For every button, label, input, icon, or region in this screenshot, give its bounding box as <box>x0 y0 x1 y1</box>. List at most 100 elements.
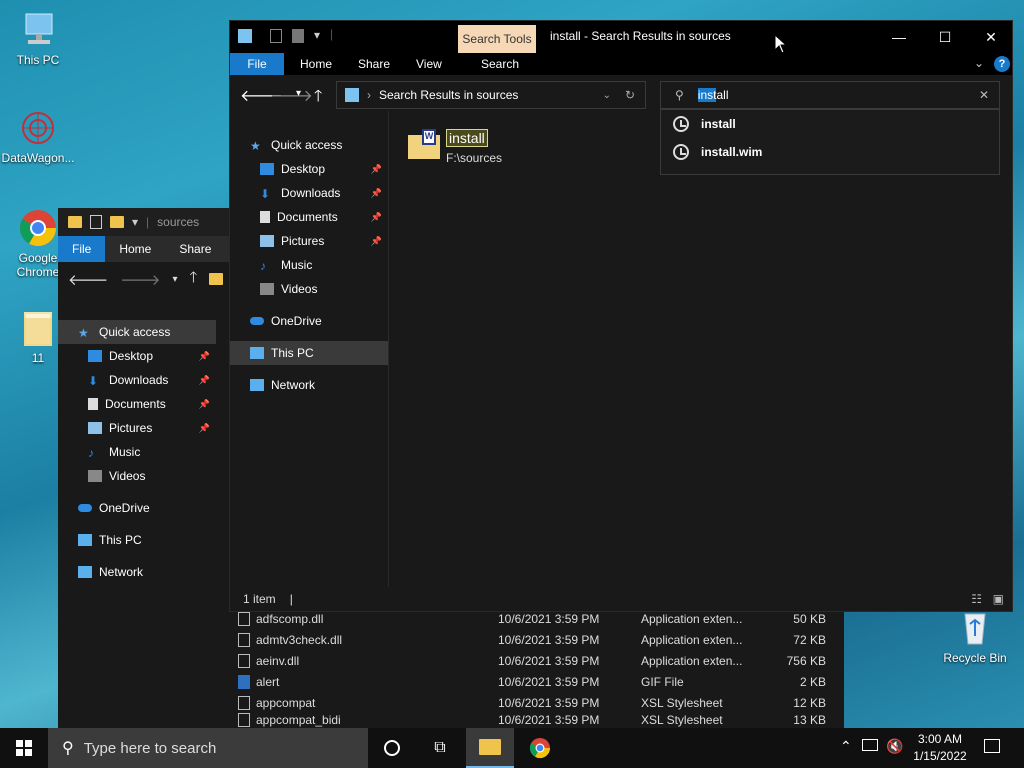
nav-onedrive[interactable]: OneDrive <box>58 496 216 520</box>
nav-quick-access[interactable]: ★ Quick access <box>230 133 388 157</box>
nav-desktop[interactable]: Desktop 📌 <box>58 344 216 368</box>
refresh-icon[interactable]: ↻ <box>625 88 635 102</box>
nav-pictures[interactable]: Pictures 📌 <box>58 416 216 440</box>
address-bar[interactable]: › Search Results in sources ⌄ ↻ <box>336 81 646 109</box>
download-icon: ⬇ <box>260 187 271 201</box>
properties-icon[interactable] <box>270 29 282 43</box>
history-icon <box>673 116 689 132</box>
front-window-title: install - Search Results in sources <box>550 29 731 43</box>
tab-home[interactable]: Home <box>286 53 346 75</box>
network-icon <box>78 566 92 578</box>
chevron-down-icon[interactable]: ▾ <box>132 215 138 229</box>
details-view-icon[interactable]: ☷ <box>971 592 982 606</box>
network-status-icon[interactable] <box>862 739 878 751</box>
front-explorer-window[interactable]: ▾ | Search Tools install - Search Result… <box>229 20 1013 612</box>
suggestion-item[interactable]: install.wim <box>661 138 999 166</box>
tab-file[interactable]: File <box>58 236 106 262</box>
search-result-item[interactable]: W install F:\sources <box>406 127 516 169</box>
file-row[interactable]: admtv3check.dll 10/6/2021 3:59 PM Applicat… <box>238 629 838 650</box>
pin-icon: 📌 <box>370 235 382 246</box>
forward-arrow-icon[interactable]: 🡒 <box>270 85 313 106</box>
suggestion-item[interactable]: install <box>661 110 999 138</box>
back-arrow-icon[interactable]: 🡐 <box>68 270 108 289</box>
installer-icon: W <box>422 129 436 145</box>
nav-pictures[interactable]: Pictures 📌 <box>230 229 388 253</box>
tab-view[interactable]: View <box>402 53 456 75</box>
nav-quick-access[interactable]: ★ Quick access <box>58 320 216 344</box>
address-dropdown-icon[interactable]: ⌄ <box>603 90 611 101</box>
chrome-icon <box>18 208 58 248</box>
recent-dropdown-icon[interactable]: ▾ <box>296 88 301 99</box>
tab-home[interactable]: Home <box>105 236 165 262</box>
clock-date: 1/15/2022 <box>913 749 967 763</box>
pin-icon: 📌 <box>370 211 382 222</box>
file-icon <box>238 713 250 727</box>
up-arrow-icon[interactable]: 🡑 <box>314 85 322 112</box>
desktop-icon-this-pc[interactable]: This PC <box>0 10 76 67</box>
task-view-icon: ⧉ <box>434 739 446 756</box>
tab-share[interactable]: Share <box>165 236 225 262</box>
nav-this-pc[interactable]: This PC <box>58 528 216 552</box>
nav-this-pc[interactable]: This PC <box>230 341 388 365</box>
help-icon[interactable]: ? <box>994 56 1010 72</box>
nav-documents[interactable]: Documents 📌 <box>58 392 216 416</box>
file-row[interactable]: appcompat_bidi 10/6/2021 3:59 PM XSL Style… <box>238 713 838 728</box>
chrome-icon <box>529 738 551 759</box>
result-location: F:\sources <box>446 151 503 165</box>
nav-music[interactable]: ♪ Music <box>230 253 388 277</box>
nav-network[interactable]: Network <box>58 560 216 584</box>
recent-dropdown-icon[interactable]: ▾ <box>172 274 177 285</box>
task-view-button[interactable]: ⧉ <box>416 728 464 768</box>
taskbar-search-box[interactable]: ⚲ Type here to search <box>48 728 368 768</box>
chrome-taskbar-button[interactable] <box>516 728 564 768</box>
pin-icon: 📌 <box>198 398 210 409</box>
large-icons-view-icon[interactable]: ▣ <box>993 592 1004 606</box>
file-explorer-taskbar-button[interactable] <box>466 728 514 768</box>
volume-muted-icon[interactable]: 🔇 <box>886 738 903 755</box>
address-text: Search Results in sources <box>379 88 519 102</box>
tab-search[interactable]: Search <box>464 53 536 75</box>
show-hidden-icons-icon[interactable]: ⌃ <box>840 738 852 755</box>
desktop-icon-datawagon[interactable]: DataWagon... <box>0 108 76 165</box>
start-button[interactable] <box>0 728 48 768</box>
history-icon <box>673 144 689 160</box>
file-row[interactable]: appcompat 10/6/2021 3:59 PM XSL Stylesheet… <box>238 692 838 713</box>
computer-icon <box>18 10 58 50</box>
nav-videos[interactable]: Videos <box>230 277 388 301</box>
clock[interactable]: 3:00 AM 1/15/2022 <box>904 731 976 765</box>
back-window-title: sources <box>157 215 200 229</box>
maximize-button[interactable]: ☐ <box>922 21 968 53</box>
chevron-down-icon[interactable]: ▾ <box>314 28 320 42</box>
desktop-icon-recycle-bin[interactable]: Recycle Bin <box>937 608 1013 665</box>
search-icon: ⚲ <box>62 740 74 757</box>
file-row[interactable]: aeinv.dll 10/6/2021 3:59 PM Application ex… <box>238 650 838 671</box>
mouse-cursor-icon <box>774 34 788 54</box>
notifications-icon[interactable] <box>984 739 1000 753</box>
up-arrow-icon[interactable]: 🡑 <box>190 267 198 292</box>
new-folder-icon[interactable] <box>110 216 124 228</box>
tab-share[interactable]: Share <box>344 53 404 75</box>
properties-icon[interactable] <box>90 215 102 229</box>
file-row[interactable]: alert 10/6/2021 3:59 PM GIF File 2 KB <box>238 671 838 692</box>
nav-desktop[interactable]: Desktop 📌 <box>230 157 388 181</box>
result-name: install <box>446 129 488 147</box>
close-button[interactable]: ✕ <box>968 21 1014 53</box>
nav-videos[interactable]: Videos <box>58 464 216 488</box>
nav-downloads[interactable]: ⬇ Downloads 📌 <box>230 181 388 205</box>
nav-onedrive[interactable]: OneDrive <box>230 309 388 333</box>
expand-ribbon-icon[interactable]: ⌄ <box>974 56 984 70</box>
minimize-button[interactable]: — <box>876 21 922 53</box>
search-input[interactable]: ⚲ inst all ✕ <box>660 81 1000 109</box>
new-folder-icon[interactable] <box>292 29 304 43</box>
file-icon <box>238 695 250 710</box>
desktop-icon <box>260 163 274 175</box>
nav-network[interactable]: Network <box>230 373 388 397</box>
taskbar-search-placeholder: Type here to search <box>83 739 217 757</box>
forward-arrow-icon[interactable]: 🡒 <box>120 270 160 289</box>
clear-search-button[interactable]: ✕ <box>979 88 989 102</box>
tab-file[interactable]: File <box>230 53 284 75</box>
nav-documents[interactable]: Documents 📌 <box>230 205 388 229</box>
cortana-button[interactable] <box>368 728 416 768</box>
nav-music[interactable]: ♪ Music <box>58 440 216 464</box>
nav-downloads[interactable]: ⬇ Downloads 📌 <box>58 368 216 392</box>
